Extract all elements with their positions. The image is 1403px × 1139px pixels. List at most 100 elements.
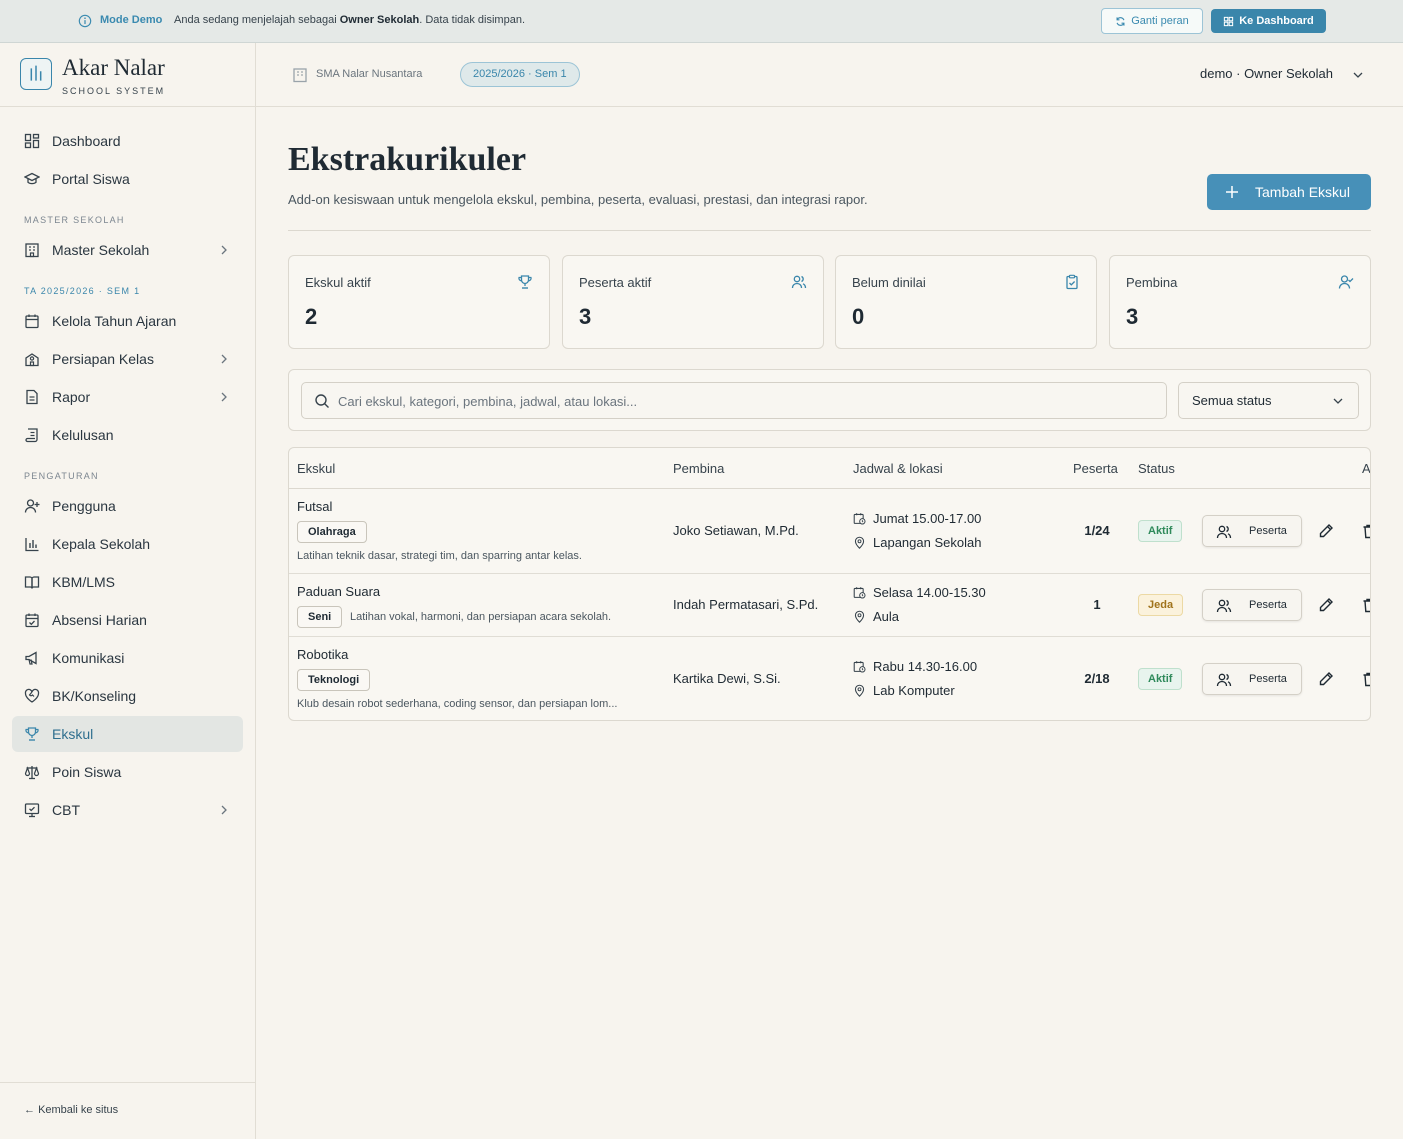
term-badge[interactable]: 2025/2026 · Sem 1 (460, 62, 580, 87)
map-pin-icon (854, 684, 865, 697)
search-input[interactable] (338, 391, 1138, 411)
table-header: Ekskul Pembina Jadwal & lokasi Peserta S… (289, 448, 1370, 489)
trash-icon[interactable] (1361, 523, 1371, 539)
to-dashboard-label: Ke Dashboard (1239, 15, 1314, 27)
calendar-check-icon (25, 613, 39, 628)
category-badge: Teknologi (297, 669, 371, 691)
peserta-count: 1 (1093, 597, 1101, 612)
peserta-button[interactable]: Peserta (1202, 663, 1302, 695)
sidebar-item-portal-siswa[interactable]: Portal Siswa (12, 161, 243, 197)
building-icon (293, 68, 307, 83)
map-pin-icon (854, 610, 865, 623)
change-role-label: Ganti peran (1131, 15, 1189, 27)
chevron-down-icon (1333, 398, 1343, 404)
calendar-clock-icon (853, 587, 866, 599)
sidebar-item-pengguna[interactable]: Pengguna (12, 488, 243, 524)
sidebar-item-rapor[interactable]: Rapor (12, 379, 243, 415)
sidebar-item-label: BK/Konseling (52, 688, 137, 704)
peserta-button-label: Peserta (1249, 673, 1287, 685)
peserta-button-label: Peserta (1249, 525, 1287, 537)
table-row: Robotika Teknologi Klub desain robot sed… (289, 637, 1371, 720)
calendar-clock-icon (853, 661, 866, 673)
arrow-left-icon: ← (24, 1104, 39, 1116)
column-header-status: Status (1138, 461, 1175, 476)
bar-chart-icon (25, 538, 39, 552)
sidebar-item-poin-siswa[interactable]: Poin Siswa (12, 754, 243, 790)
document-icon (26, 389, 38, 405)
sidebar-item-kepala-sekolah[interactable]: Kepala Sekolah (12, 526, 243, 562)
demo-message: Anda sedang menjelajah sebagai Owner Sek… (174, 14, 526, 26)
pembina-name: Joko Setiawan, M.Pd. (673, 523, 799, 538)
school-icon (25, 353, 39, 367)
back-to-site-link[interactable]: ← Kembali ke situs (24, 1104, 118, 1116)
sidebar-item-label: KBM/LMS (52, 574, 116, 590)
stat-label: Belum dinilai (852, 275, 926, 290)
sidebar-item-absensi-harian[interactable]: Absensi Harian (12, 602, 243, 638)
search-icon (315, 394, 329, 408)
sidebar-item-label: Kepala Sekolah (52, 536, 151, 552)
status-select-value: Semua status (1192, 393, 1272, 408)
user-menu[interactable]: demo · Owner Sekolah (1200, 66, 1333, 81)
sidebar-item-persiapan-kelas[interactable]: Persiapan Kelas (12, 341, 243, 377)
monitor-check-icon (24, 803, 40, 818)
sidebar-item-komunikasi[interactable]: Komunikasi (12, 640, 243, 676)
peserta-count: 1/24 (1084, 523, 1110, 538)
clipboard-check-icon (1066, 274, 1078, 290)
chevron-down-icon[interactable] (1352, 69, 1364, 81)
dashboard-icon (24, 133, 40, 149)
sidebar-item-kbm-lms[interactable]: KBM/LMS (12, 564, 243, 600)
divider (288, 230, 1371, 231)
category-badge: Olahraga (297, 521, 367, 543)
add-ekskul-button[interactable]: Tambah Ekskul (1207, 174, 1371, 210)
search-box[interactable] (301, 382, 1167, 419)
refresh-icon (1116, 16, 1125, 26)
sidebar-item-dashboard[interactable]: Dashboard (12, 123, 243, 159)
sidebar-item-label: Dashboard (52, 133, 121, 149)
ekskul-description: Klub desain robot sederhana, coding sens… (297, 698, 618, 710)
sidebar-item-ekskul[interactable]: Ekskul (12, 716, 243, 752)
add-ekskul-label: Tambah Ekskul (1255, 184, 1350, 200)
brand-subtitle: SCHOOL SYSTEM (62, 86, 166, 96)
brand[interactable]: Akar Nalar SCHOOL SYSTEM (0, 43, 255, 107)
scale-icon (24, 766, 40, 780)
status-select[interactable]: Semua status (1178, 382, 1359, 419)
column-header-pembina: Pembina (673, 461, 725, 476)
change-role-button[interactable]: Ganti peran (1101, 8, 1203, 34)
sidebar-item-master-sekolah[interactable]: Master Sekolah (12, 232, 243, 268)
peserta-count: 2/18 (1084, 671, 1110, 686)
book-icon (24, 576, 40, 589)
column-header-ekskul: Ekskul (297, 461, 336, 476)
building-icon (25, 243, 39, 258)
sidebar: Akar Nalar SCHOOL SYSTEM Dashboard Porta… (0, 43, 256, 1139)
scroll-icon (25, 428, 38, 443)
peserta-button[interactable]: Peserta (1202, 515, 1302, 547)
info-icon (78, 14, 92, 28)
trash-icon[interactable] (1361, 597, 1371, 613)
logo-icon (20, 58, 52, 90)
sidebar-item-kelulusan[interactable]: Kelulusan (12, 417, 243, 453)
sidebar-item-cbt[interactable]: CBT (12, 792, 243, 828)
page-subtitle: Add-on kesiswaan untuk mengelola ekskul,… (288, 192, 868, 207)
plus-icon (1226, 186, 1238, 198)
edit-icon[interactable] (1318, 597, 1334, 613)
stat-value: 3 (579, 304, 592, 329)
topbar: SMA Nalar Nusantara 2025/2026 · Sem 1 de… (256, 43, 1403, 107)
users-icon (1216, 673, 1232, 687)
ekskul-table: Ekskul Pembina Jadwal & lokasi Peserta S… (288, 447, 1371, 721)
ekskul-description: Latihan teknik dasar, strategi tim, dan … (297, 550, 582, 562)
edit-icon[interactable] (1318, 671, 1334, 687)
dashboard-icon (1224, 16, 1234, 26)
sidebar-item-label: Pengguna (52, 498, 116, 514)
to-dashboard-button[interactable]: Ke Dashboard (1211, 9, 1326, 33)
sidebar-item-bk-konseling[interactable]: BK/Konseling (12, 678, 243, 714)
map-pin-icon (854, 536, 865, 549)
stat-value: 2 (305, 304, 318, 329)
pembina-name: Kartika Dewi, S.Si. (673, 671, 781, 686)
edit-icon[interactable] (1318, 523, 1334, 539)
peserta-button[interactable]: Peserta (1202, 589, 1302, 621)
stat-value: 3 (1126, 304, 1139, 329)
trash-icon[interactable] (1361, 671, 1371, 687)
trophy-icon (518, 275, 532, 289)
sidebar-item-kelola-tahun-ajaran[interactable]: Kelola Tahun Ajaran (12, 303, 243, 339)
status-badge: Aktif (1138, 668, 1183, 690)
